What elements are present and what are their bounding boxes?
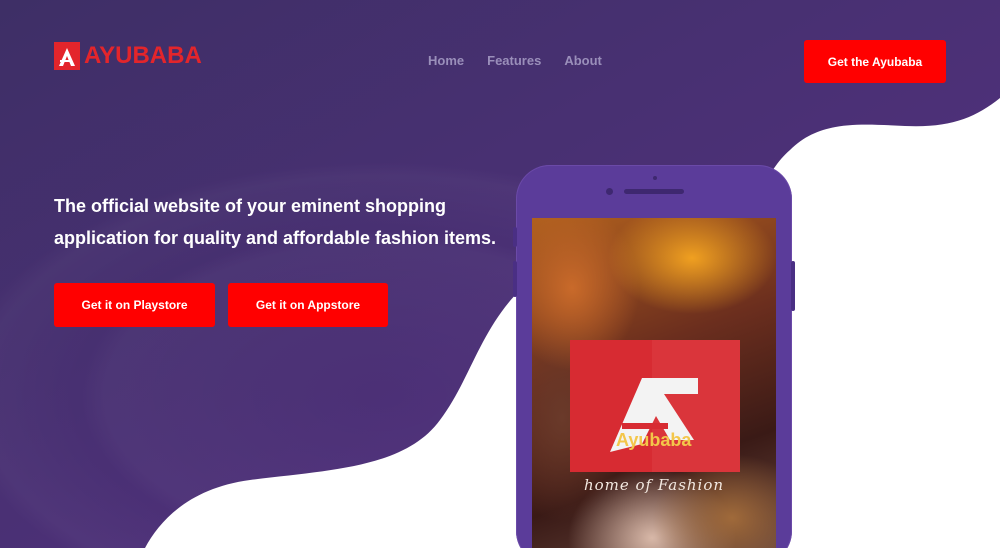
- app-tagline: home of Fashion: [583, 476, 725, 494]
- phone-screen: Ayubaba home of Fashion: [532, 218, 776, 548]
- main-nav: Home Features About: [428, 53, 625, 69]
- phone-mockup: Ayubaba home of Fashion: [513, 165, 795, 548]
- logo-mark-icon: [54, 42, 80, 70]
- nav-home[interactable]: Home: [428, 53, 464, 69]
- camera-icon: [606, 188, 613, 195]
- brand-logo[interactable]: AYUBABA: [54, 42, 202, 70]
- playstore-button[interactable]: Get it on Playstore: [54, 283, 215, 327]
- app-logo-text: Ayubaba: [616, 430, 692, 450]
- phone-button-icon: [513, 227, 517, 247]
- speaker-icon: [624, 189, 684, 194]
- sensor-icon: [653, 176, 657, 180]
- hero-headline: The official website of your eminent sho…: [54, 196, 497, 248]
- app-logo: Ayubaba: [570, 340, 740, 472]
- appstore-button[interactable]: Get it on Appstore: [228, 283, 388, 327]
- nav-features[interactable]: Features: [487, 53, 541, 69]
- phone-button-icon: [791, 261, 795, 311]
- nav-about[interactable]: About: [564, 53, 602, 69]
- get-app-button[interactable]: Get the Ayubaba: [804, 40, 946, 83]
- brand-name: AYUBABA: [84, 42, 202, 69]
- phone-button-icon: [513, 261, 517, 297]
